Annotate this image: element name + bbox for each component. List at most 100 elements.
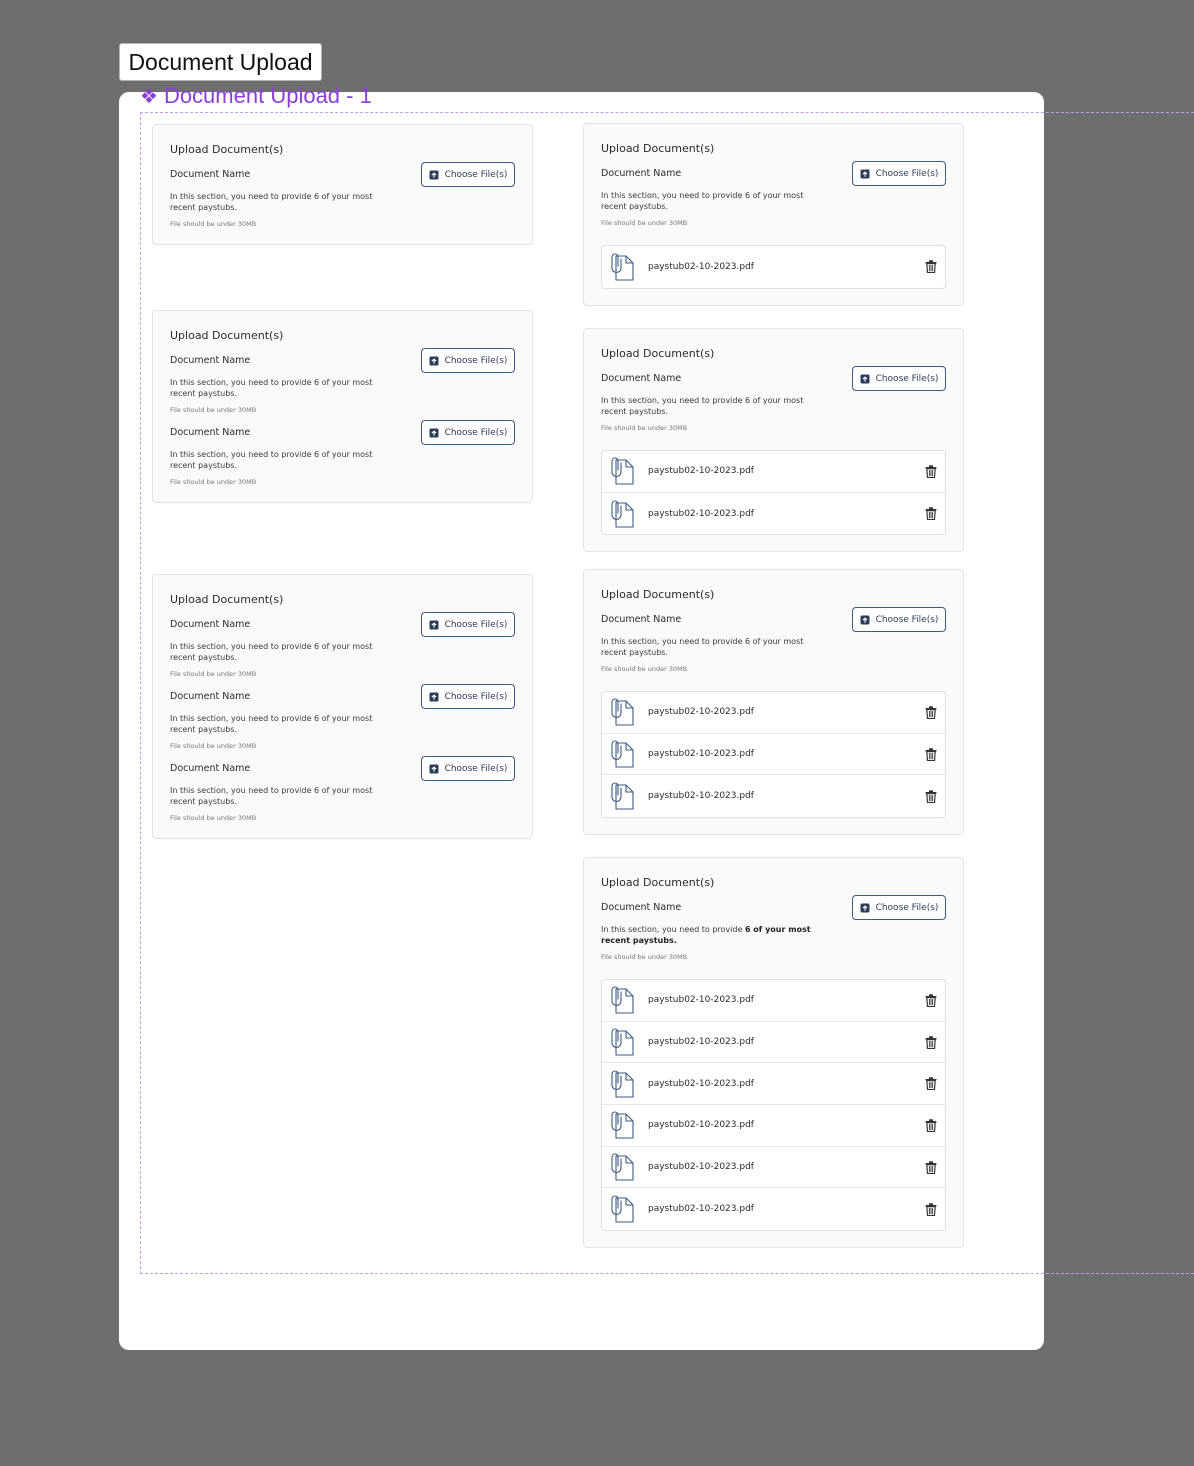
upload-icon bbox=[429, 692, 439, 701]
file-size-note: File should be under 30MB bbox=[170, 742, 257, 750]
paperclip-file-icon bbox=[611, 1111, 634, 1139]
upload-icon bbox=[429, 764, 439, 773]
file-name: paystub02-10-2023.pdf bbox=[648, 1037, 754, 1048]
trash-icon[interactable] bbox=[925, 1077, 937, 1091]
card-title: Upload Document(s) bbox=[170, 593, 284, 606]
document-description: In this section, you need to provide 6 o… bbox=[601, 191, 804, 211]
choose-files-button[interactable]: Choose File(s) bbox=[852, 161, 946, 186]
frame-tab[interactable]: Document Upload bbox=[119, 43, 322, 81]
choose-files-button[interactable]: Choose File(s) bbox=[421, 162, 515, 187]
trash-icon[interactable] bbox=[925, 1119, 937, 1132]
file-size-note: File should be under 30MB bbox=[601, 219, 688, 227]
upload-section: Document Name In this section, you need … bbox=[601, 161, 946, 227]
choose-files-button[interactable]: Choose File(s) bbox=[852, 607, 946, 632]
file-name: paystub02-10-2023.pdf bbox=[648, 995, 754, 1006]
file-size-note: File should be under 30MB bbox=[170, 670, 257, 678]
upload-section: Document Name In this section, you need … bbox=[170, 348, 515, 414]
choose-files-label: Choose File(s) bbox=[444, 691, 508, 702]
file-name: paystub02-10-2023.pdf bbox=[648, 707, 754, 718]
file-size-note: File should be under 30MB bbox=[601, 424, 688, 432]
trash-icon[interactable] bbox=[925, 706, 937, 719]
paperclip-file-icon bbox=[611, 698, 634, 726]
file-row: paystub02-10-2023.pdf bbox=[602, 1147, 945, 1189]
document-description: In this section, you need to provide 6 o… bbox=[170, 642, 373, 662]
choose-files-label: Choose File(s) bbox=[875, 168, 939, 179]
file-name: paystub02-10-2023.pdf bbox=[648, 261, 754, 272]
document-description: In this section, you need to provide 6 o… bbox=[170, 378, 373, 398]
file-row: paystub02-10-2023.pdf bbox=[602, 1063, 945, 1106]
document-description: In this section, you need to provide 6 o… bbox=[170, 192, 373, 212]
file-row: paystub02-10-2023.pdf bbox=[602, 775, 945, 817]
uploaded-file-list: paystub02-10-2023.pdf paystub02-10-2023.… bbox=[601, 691, 946, 819]
card-title: Upload Document(s) bbox=[601, 347, 715, 360]
file-name: paystub02-10-2023.pdf bbox=[648, 466, 754, 477]
upload-section: Document Name In this section, you need … bbox=[601, 366, 946, 432]
choose-files-label: Choose File(s) bbox=[444, 427, 508, 438]
document-description: In this section, you need to provide 6 o… bbox=[170, 714, 373, 734]
trash-icon[interactable] bbox=[925, 1203, 937, 1216]
upload-card: Upload Document(s) Document Name In this… bbox=[583, 123, 964, 306]
choose-files-label: Choose File(s) bbox=[444, 355, 508, 366]
card-title: Upload Document(s) bbox=[170, 143, 284, 156]
uploaded-file-list: paystub02-10-2023.pdf paystub02-10-2023.… bbox=[601, 450, 946, 536]
card-title: Upload Document(s) bbox=[601, 588, 715, 601]
paperclip-file-icon bbox=[611, 740, 634, 768]
document-description: In this section, you need to provide 6 o… bbox=[170, 786, 373, 806]
document-description: In this section, you need to provide 6 o… bbox=[601, 637, 804, 657]
upload-card: Upload Document(s) Document Name In this… bbox=[583, 569, 964, 836]
paperclip-file-icon bbox=[611, 1195, 634, 1223]
file-row: paystub02-10-2023.pdf bbox=[602, 980, 945, 1022]
choose-files-button[interactable]: Choose File(s) bbox=[421, 420, 515, 445]
upload-section: Document Name In this section, you need … bbox=[170, 420, 515, 486]
trash-icon[interactable] bbox=[925, 260, 937, 274]
file-size-note: File should be under 30MB bbox=[170, 478, 257, 486]
paperclip-file-icon bbox=[611, 1028, 634, 1056]
file-name: paystub02-10-2023.pdf bbox=[648, 508, 754, 519]
file-size-note: File should be under 30MB bbox=[170, 406, 257, 414]
file-row: paystub02-10-2023.pdf bbox=[602, 246, 945, 288]
paperclip-file-icon bbox=[611, 1070, 634, 1098]
trash-icon[interactable] bbox=[925, 465, 937, 478]
choose-files-label: Choose File(s) bbox=[444, 169, 508, 180]
component-label[interactable]: ❖ Document Upload - 1 bbox=[140, 83, 372, 109]
trash-icon[interactable] bbox=[925, 747, 937, 761]
document-description: In this section, you need to provide 6 o… bbox=[601, 924, 816, 946]
file-row: paystub02-10-2023.pdf bbox=[602, 734, 945, 776]
file-size-note: File should be under 30MB bbox=[601, 665, 688, 673]
paperclip-file-icon bbox=[611, 782, 634, 810]
trash-icon[interactable] bbox=[925, 994, 937, 1007]
paperclip-file-icon bbox=[611, 500, 634, 528]
file-size-note: File should be under 30MB bbox=[170, 220, 257, 228]
trash-icon[interactable] bbox=[925, 1035, 937, 1049]
trash-icon[interactable] bbox=[925, 507, 937, 521]
file-row: paystub02-10-2023.pdf bbox=[602, 1188, 945, 1230]
file-name: paystub02-10-2023.pdf bbox=[648, 1078, 754, 1089]
choose-files-button[interactable]: Choose File(s) bbox=[421, 756, 515, 781]
choose-files-button[interactable]: Choose File(s) bbox=[421, 348, 515, 373]
file-name: paystub02-10-2023.pdf bbox=[648, 1204, 754, 1215]
uploaded-file-list: paystub02-10-2023.pdf paystub02-10-2023.… bbox=[601, 979, 946, 1232]
file-size-note: File should be under 30MB bbox=[601, 953, 688, 961]
trash-icon[interactable] bbox=[925, 790, 937, 803]
choose-files-label: Choose File(s) bbox=[875, 902, 939, 913]
file-name: paystub02-10-2023.pdf bbox=[648, 791, 754, 802]
paperclip-file-icon bbox=[611, 457, 634, 485]
choose-files-button[interactable]: Choose File(s) bbox=[852, 366, 946, 391]
trash-icon[interactable] bbox=[925, 1160, 937, 1174]
file-row: paystub02-10-2023.pdf bbox=[602, 493, 945, 535]
choose-files-label: Choose File(s) bbox=[444, 763, 508, 774]
card-title: Upload Document(s) bbox=[170, 329, 284, 342]
file-row: paystub02-10-2023.pdf bbox=[602, 692, 945, 734]
choose-files-button[interactable]: Choose File(s) bbox=[421, 684, 515, 709]
document-description: In this section, you need to provide 6 o… bbox=[170, 450, 373, 470]
upload-icon bbox=[860, 374, 870, 383]
upload-section: Document Name In this section, you need … bbox=[601, 895, 946, 961]
upload-icon bbox=[429, 356, 439, 365]
file-name: paystub02-10-2023.pdf bbox=[648, 749, 754, 760]
upload-icon bbox=[860, 615, 870, 624]
card-title: Upload Document(s) bbox=[601, 876, 715, 889]
choose-files-button[interactable]: Choose File(s) bbox=[852, 895, 946, 920]
document-description: In this section, you need to provide 6 o… bbox=[601, 396, 804, 416]
file-size-note: File should be under 30MB bbox=[170, 814, 257, 822]
choose-files-button[interactable]: Choose File(s) bbox=[421, 612, 515, 637]
